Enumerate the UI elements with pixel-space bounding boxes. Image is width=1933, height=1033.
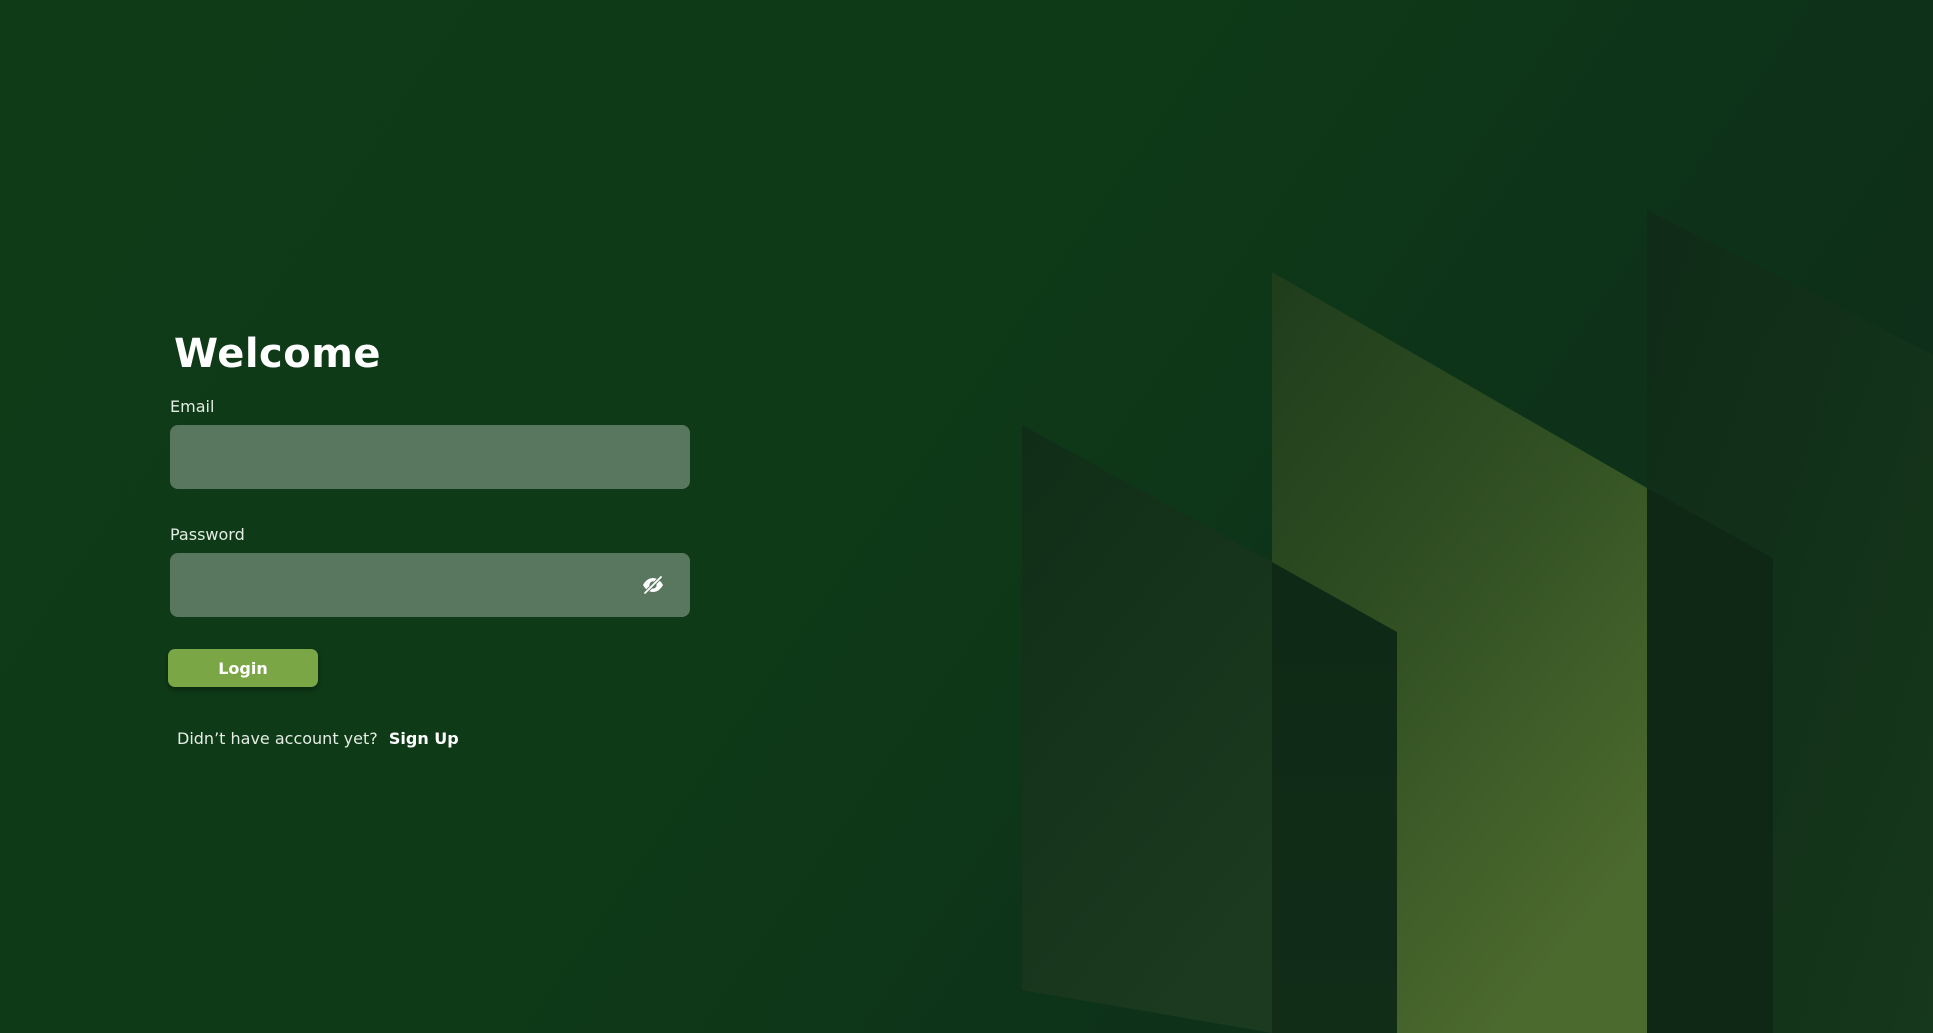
page-title: Welcome bbox=[174, 331, 382, 377]
email-input[interactable] bbox=[170, 425, 690, 489]
bg-panel-right-dark bbox=[1647, 488, 1773, 1033]
signup-prompt: Didn’t have account yet? bbox=[177, 729, 378, 748]
sign-up-link[interactable]: Sign Up bbox=[389, 729, 459, 748]
eye-off-icon[interactable] bbox=[640, 572, 666, 598]
password-field-wrapper bbox=[170, 553, 690, 617]
email-field-wrapper bbox=[170, 425, 690, 489]
password-label: Password bbox=[170, 525, 245, 544]
email-label: Email bbox=[170, 397, 215, 416]
login-page: Welcome Email Password Login Didn’t have… bbox=[0, 0, 1933, 1033]
bg-panel-bright bbox=[1272, 272, 1647, 1033]
login-form: Welcome Email Password Login Didn’t have… bbox=[168, 325, 690, 748]
password-input[interactable] bbox=[170, 553, 690, 617]
login-button[interactable]: Login bbox=[168, 649, 318, 687]
bg-panel-top-right bbox=[1647, 210, 1933, 1033]
signup-row: Didn’t have account yet? Sign Up bbox=[177, 729, 690, 748]
bg-panel-mid-dark bbox=[1272, 562, 1397, 1033]
bg-panel-left bbox=[1022, 425, 1272, 1033]
